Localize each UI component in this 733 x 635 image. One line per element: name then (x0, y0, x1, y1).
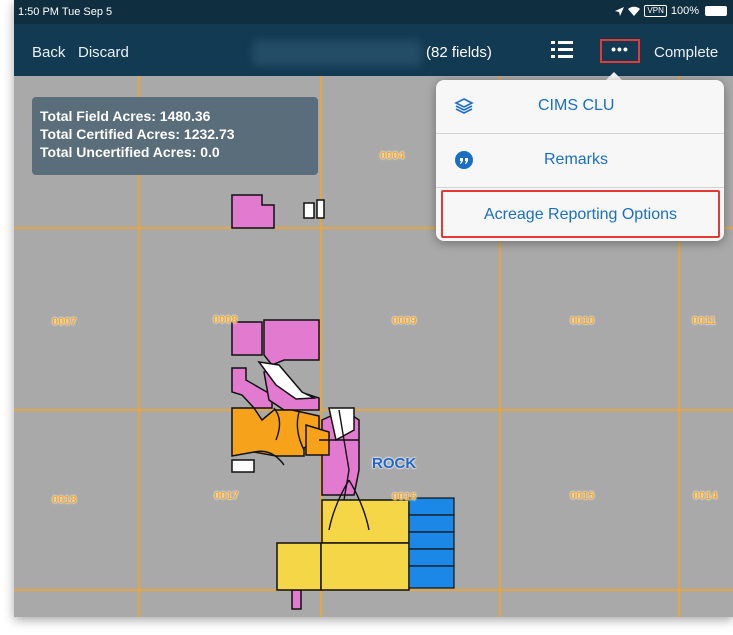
section-label: 0011 (692, 315, 716, 327)
section-label: 0008 (213, 314, 238, 326)
acreage-summary-box: Total Field Acres: 1480.36 Total Certifi… (32, 97, 318, 175)
back-button[interactable]: Back (32, 44, 65, 61)
section-label: 0015 (570, 490, 595, 502)
total-certified-acres: Total Certified Acres: 1232.73 (40, 126, 235, 142)
place-label: ROCK (372, 455, 417, 472)
section-label: 0018 (52, 494, 77, 506)
more-options-button[interactable]: ••• (600, 39, 640, 63)
section-label: 0007 (52, 316, 77, 328)
wifi-icon (628, 6, 641, 16)
section-label: 0014 (693, 490, 718, 502)
menu-item-cims-clu[interactable]: CIMS CLU (436, 80, 724, 132)
field-count: (82 fields) (426, 44, 492, 61)
section-label: 0016 (392, 491, 417, 503)
menu-divider (436, 187, 724, 188)
menu-item-label: Acreage Reporting Options (484, 206, 677, 223)
status-time: 1:50 PM Tue Sep 5 (18, 6, 113, 18)
menu-item-label: CIMS CLU (538, 97, 615, 114)
section-label: 0004 (380, 150, 405, 162)
complete-button[interactable]: Complete (654, 44, 718, 61)
blurred-title (252, 40, 422, 66)
status-bar: 1:50 PM Tue Sep 5 VPN 100% (14, 0, 733, 24)
section-label: 0009 (392, 315, 417, 327)
total-uncertified-acres: Total Uncertified Acres: 0.0 (40, 144, 220, 160)
menu-item-label: Remarks (544, 151, 609, 168)
menu-item-remarks[interactable]: Remarks (436, 134, 724, 186)
total-field-acres: Total Field Acres: 1480.36 (40, 108, 211, 124)
battery-percent: 100% (670, 5, 699, 17)
layers-icon (454, 98, 474, 114)
ipad-screen: 1:50 PM Tue Sep 5 VPN 100% Back Discard … (14, 0, 733, 617)
location-arrow-icon (615, 6, 625, 16)
list-icon[interactable] (551, 40, 573, 60)
navigation-bar: Back Discard (82 fields) ••• Complete (14, 24, 733, 76)
discard-button[interactable]: Discard (78, 44, 129, 61)
quote-bubble-icon (455, 151, 473, 169)
status-icons: VPN 100% (615, 5, 727, 17)
options-popover: CIMS CLU Remarks Acreage Reporting Optio… (436, 80, 724, 241)
battery-icon (705, 6, 727, 16)
section-label: 0017 (214, 490, 239, 502)
yellow-fields[interactable] (276, 499, 410, 591)
orange-fields[interactable] (231, 407, 330, 457)
section-label: 0010 (570, 315, 595, 327)
blue-fields[interactable] (408, 497, 455, 589)
vpn-badge: VPN (644, 5, 667, 17)
menu-item-acreage-reporting-options[interactable]: Acreage Reporting Options (441, 190, 720, 238)
